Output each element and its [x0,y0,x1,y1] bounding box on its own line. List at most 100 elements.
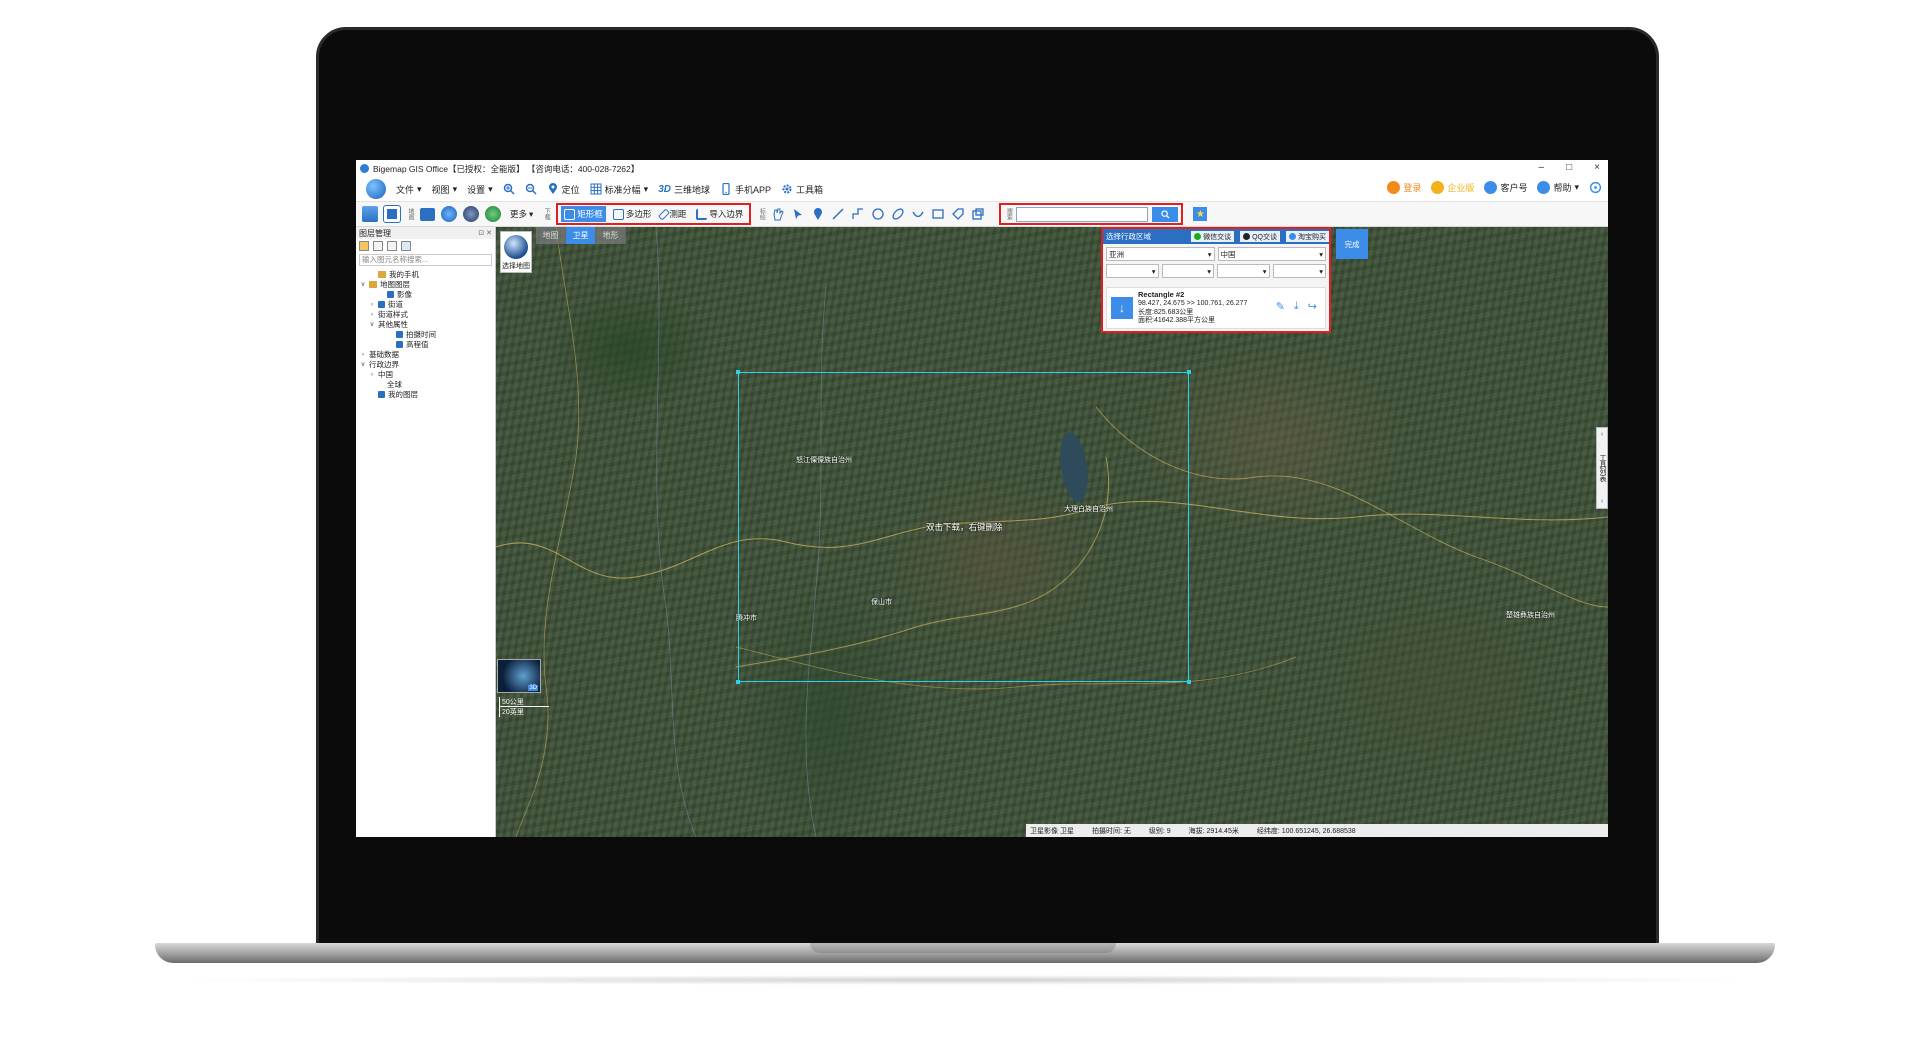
circle-icon[interactable] [871,207,885,221]
panel-pin-icon[interactable]: ⊡ ✕ [478,229,492,237]
download-arrow-icon[interactable]: ⤓ [1294,300,1299,313]
layer-tree-item[interactable]: › 基础数据 [356,349,495,359]
more-button[interactable]: 更多 ▾ [507,206,536,222]
chevron-right-icon[interactable]: › [369,301,375,308]
open-folder-icon[interactable] [362,206,378,222]
login-button[interactable]: 登录 [1387,181,1421,194]
chevron-down-icon[interactable]: ∨ [360,280,366,288]
minimap-3d[interactable]: 3D [497,659,541,693]
layer-tree-item[interactable]: 我的手机 [356,269,495,279]
wechat-chat-button[interactable]: 微信交谈 [1191,231,1235,242]
download-icon[interactable]: ↓ [1111,297,1133,319]
layer-checkbox[interactable] [378,390,385,398]
province-select[interactable]: ▾ [1106,264,1159,278]
globe-dark-icon[interactable] [463,206,479,222]
search-input[interactable] [1016,206,1149,222]
label-icon[interactable] [971,207,985,221]
zoom-out-button[interactable] [525,183,537,195]
layer-tree-item[interactable]: 高程值 [356,339,495,349]
tab-terrain[interactable]: 地形 [596,227,626,244]
select-map-button[interactable]: 选择地图 [500,231,532,273]
rectangle-handle[interactable] [1187,370,1191,374]
3d-globe-button[interactable]: 3D 三维地球 [658,183,710,196]
earth-icon[interactable] [485,206,501,222]
rectangle-tool-button[interactable]: 矩形框 [561,206,606,222]
share-icon[interactable]: ↪ [1308,300,1317,313]
compass-icon[interactable] [1589,181,1602,194]
layer-tree-item[interactable]: 影像 [356,289,495,299]
done-button[interactable]: 完成 [1336,229,1368,259]
open-folder-icon[interactable] [359,241,369,251]
taobao-buy-button[interactable]: 淘宝购买 [1286,231,1329,242]
zoom-in-button[interactable] [503,183,515,195]
rectangle-info-card[interactable]: ↓ Rectangle #2 98.427, 24.675 >> 100.761… [1106,287,1326,329]
qq-chat-button[interactable]: QQ交谈 [1240,231,1280,242]
standard-sheet-button[interactable]: 标准分幅 ▾ [590,183,648,196]
curve-icon[interactable] [911,207,925,221]
layer-tree-item[interactable]: ∨ 行政边界 [356,359,495,369]
search-icon[interactable] [401,241,411,251]
layer-tree-item[interactable]: 我的图层 [356,389,495,399]
map-view[interactable]: 地图 卫星 地形 选择地图 怒江傈僳族自治州 大理白族自治州 保山市 腾冲市 楚… [496,227,1608,837]
polyline-icon[interactable] [851,207,865,221]
menu-view[interactable]: 视图 ▾ [432,183,458,196]
save-icon[interactable] [383,205,401,223]
tab-map[interactable]: 地图 [536,227,566,244]
toolbox-button[interactable]: 工具箱 [781,183,823,196]
layers-icon[interactable] [420,207,435,221]
search-button[interactable] [1152,206,1179,222]
chevron-right-icon[interactable]: › [369,311,375,318]
layer-tree-item[interactable]: › 中国 [356,369,495,379]
layer-checkbox[interactable] [378,300,385,308]
layer-checkbox[interactable] [387,290,394,298]
tab-satellite[interactable]: 卫星 [566,227,596,244]
layer-tree-item[interactable]: 全球 [356,379,495,389]
save-icon[interactable] [373,241,383,251]
chevron-right-icon[interactable]: › [369,371,375,378]
tool-list-tab[interactable]: ‹ 工具列表 ‹ [1596,427,1608,509]
rectangle-handle[interactable] [736,680,740,684]
layer-search-input[interactable]: 输入图元名称搜索... [359,254,492,266]
hand-icon[interactable] [771,207,785,221]
layer-tree-item[interactable]: 拍摄时间 [356,329,495,339]
mobile-app-button[interactable]: 手机APP [720,183,771,196]
continent-select[interactable]: 亚洲 ▾ [1106,247,1215,261]
rectangle-draw-icon[interactable] [931,207,945,221]
line-icon[interactable] [831,207,845,221]
layer-tree-item[interactable]: ∨ 其他属性 [356,319,495,329]
chevron-right-icon[interactable]: › [360,351,366,358]
layer-checkbox[interactable] [396,330,403,338]
rectangle-handle[interactable] [736,370,740,374]
customer-id-button[interactable]: 客户号 [1484,181,1527,194]
menu-settings[interactable]: 设置 ▾ [467,183,493,196]
import-boundary-button[interactable]: 导入边界 [693,206,746,222]
edit-icon[interactable]: ✎ [1276,300,1285,313]
settings-icon[interactable] [387,241,397,251]
measure-tool-button[interactable]: 测距 [658,206,689,222]
pointer-icon[interactable] [791,207,805,221]
tag-icon[interactable] [951,207,965,221]
help-button[interactable]: 帮助 ▾ [1537,181,1579,194]
layer-tree-item[interactable]: ∨ 地图图层 [356,279,495,289]
layer-checkbox[interactable] [396,340,403,348]
chevron-down-icon[interactable]: ∨ [360,360,366,368]
locate-button[interactable]: 定位 [547,183,580,196]
menu-file[interactable]: 文件 ▾ [396,183,422,196]
favorite-star-icon[interactable]: ★ [1193,207,1208,221]
maximize-button[interactable]: □ [1566,162,1572,173]
layer-tree-item[interactable]: › 街道样式 [356,309,495,319]
ellipse-icon[interactable] [891,207,905,221]
country-select[interactable]: 中国 ▾ [1217,247,1326,261]
chevron-down-icon[interactable]: ∨ [369,320,375,328]
town-select[interactable]: ▾ [1272,264,1326,278]
county-select[interactable]: ▾ [1217,264,1270,278]
city-select[interactable]: ▾ [1161,264,1214,278]
close-button[interactable]: × [1594,162,1600,173]
marker-icon[interactable] [811,207,825,221]
rectangle-handle[interactable] [1187,680,1191,684]
minimize-button[interactable]: – [1539,162,1545,173]
enterprise-button[interactable]: 企业版 [1431,181,1474,194]
globe-icon[interactable] [441,206,457,222]
polygon-tool-button[interactable]: 多边形 [610,206,655,222]
layer-tree-item[interactable]: › 街道 [356,299,495,309]
